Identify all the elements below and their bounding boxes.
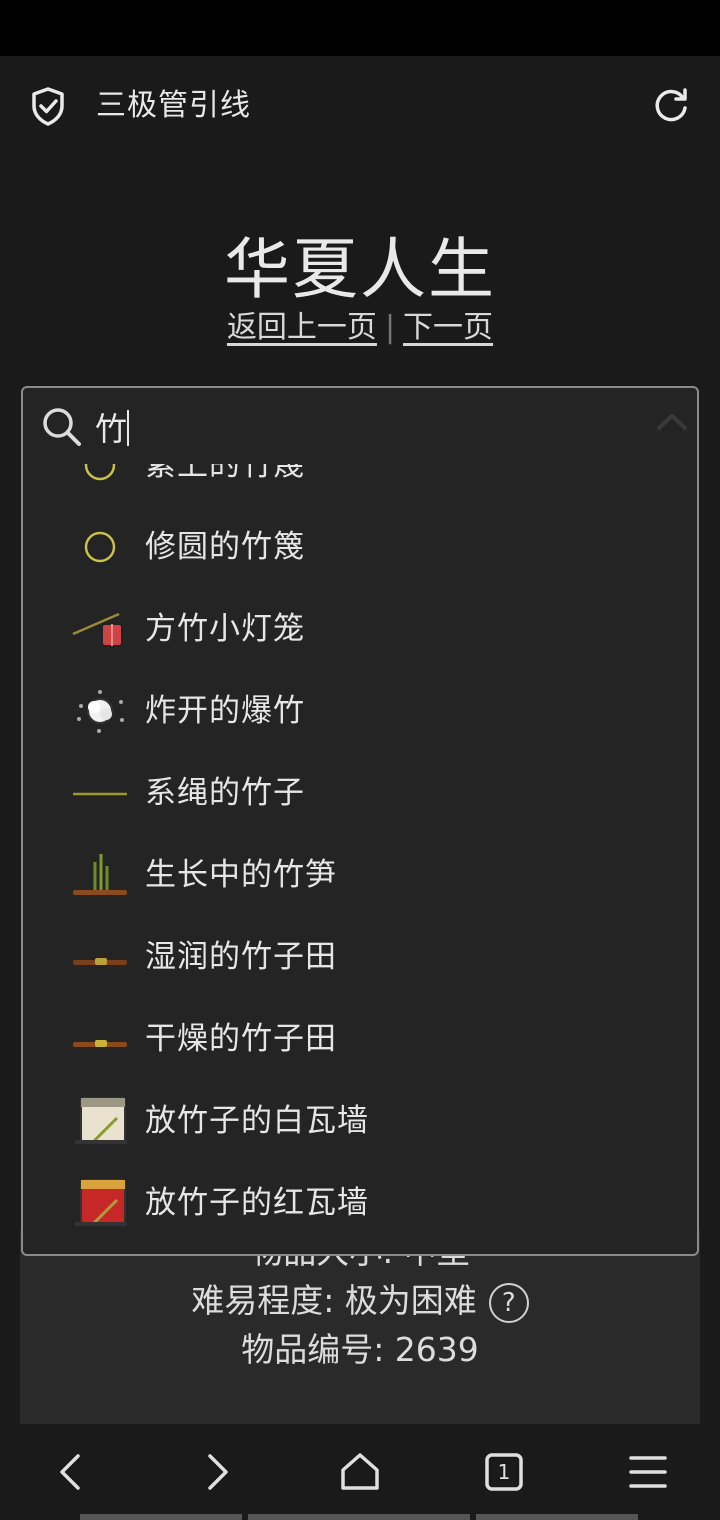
- search-dropdown: 紧上的竹篾 修圆的竹篾 方竹小灯笼: [21, 386, 699, 1256]
- bamboo-stick-icon: [73, 792, 127, 796]
- bottom-nav-bar: 1: [0, 1424, 720, 1520]
- list-item[interactable]: 放竹子的红瓦墙: [23, 1162, 697, 1244]
- scroll-indicator: [476, 1514, 638, 1520]
- list-item-label: 系绳的竹子: [145, 775, 305, 811]
- search-input[interactable]: [95, 402, 635, 452]
- list-item-label: 放竹子的红瓦墙: [145, 1185, 369, 1221]
- bamboo-field-icon: [73, 958, 127, 965]
- list-item[interactable]: 干燥的竹子田: [23, 998, 697, 1080]
- search-icon: [43, 408, 81, 446]
- help-icon[interactable]: ?: [488, 1282, 529, 1323]
- text-cursor: [127, 410, 129, 446]
- shield-check-icon[interactable]: [30, 86, 66, 126]
- bamboo-field-icon: [73, 1040, 127, 1047]
- list-item[interactable]: 生长中的竹笋: [23, 834, 697, 916]
- list-item[interactable]: 炸开的爆竹: [23, 670, 697, 752]
- back-link[interactable]: 返回上一页: [227, 310, 377, 345]
- home-icon[interactable]: [330, 1442, 390, 1502]
- list-item-label: 生长中的竹笋: [145, 857, 337, 893]
- scroll-indicator: [248, 1514, 470, 1520]
- red-tile-wall-icon: [75, 1179, 127, 1226]
- list-item[interactable]: 系绳的竹子: [23, 752, 697, 834]
- link-separator: |: [384, 310, 396, 345]
- list-item-label: 紧上的竹篾: [145, 464, 305, 483]
- lantern-icon: [72, 612, 123, 647]
- menu-icon[interactable]: [618, 1442, 678, 1502]
- bamboo-shoot-icon: [73, 854, 127, 895]
- item-info-panel: 物品大小: 中型 难易程度: 极为困难? 物品编号: 2639: [20, 1230, 700, 1424]
- list-item[interactable]: 方竹小灯笼: [23, 588, 697, 670]
- tabs-button[interactable]: 1: [474, 1442, 534, 1502]
- page-title: 华夏人生: [224, 231, 496, 308]
- list-item-label: 干燥的竹子田: [145, 1021, 337, 1057]
- list-item[interactable]: 紧上的竹篾: [23, 464, 697, 506]
- list-item-label: 修圆的竹篾: [145, 529, 305, 565]
- bamboo-hoop-icon: [83, 464, 117, 482]
- item-number: 物品编号: 2639: [241, 1330, 479, 1369]
- app-title: 三极管引线: [96, 88, 251, 123]
- page-nav-links: 返回上一页 | 下一页: [0, 308, 720, 348]
- white-tile-wall-icon: [75, 1097, 127, 1144]
- status-bar: [0, 0, 720, 56]
- difficulty-line: 难易程度: 极为困难?: [20, 1279, 700, 1323]
- bamboo-hoop-icon: [83, 530, 117, 564]
- back-arrow-icon[interactable]: [42, 1442, 102, 1502]
- forward-arrow-icon[interactable]: [186, 1442, 246, 1502]
- list-item[interactable]: 修圆的竹篾: [23, 506, 697, 588]
- list-item[interactable]: 放竹子的白瓦墙: [23, 1080, 697, 1162]
- chevron-up-icon[interactable]: [655, 410, 689, 432]
- suggestion-list: 紧上的竹篾 修圆的竹篾 方竹小灯笼 炸开的爆竹 系绳的竹子 生长中的竹笋 湿润的…: [23, 464, 697, 1254]
- scroll-indicator: [80, 1514, 242, 1520]
- difficulty-text: 难易程度: 极为困难: [191, 1281, 477, 1320]
- tab-count: 1: [497, 1460, 511, 1484]
- next-link[interactable]: 下一页: [403, 310, 493, 345]
- list-item-label: 放竹子的白瓦墙: [145, 1103, 369, 1139]
- firecracker-burst-icon: [77, 690, 124, 733]
- list-item-label: 炸开的爆竹: [145, 693, 305, 729]
- list-item-label: 湿润的竹子田: [145, 939, 337, 975]
- list-item[interactable]: 湿润的竹子田: [23, 916, 697, 998]
- refresh-icon[interactable]: [652, 86, 690, 124]
- app-bar: 三极管引线: [0, 56, 720, 152]
- list-item-label: 方竹小灯笼: [145, 611, 305, 647]
